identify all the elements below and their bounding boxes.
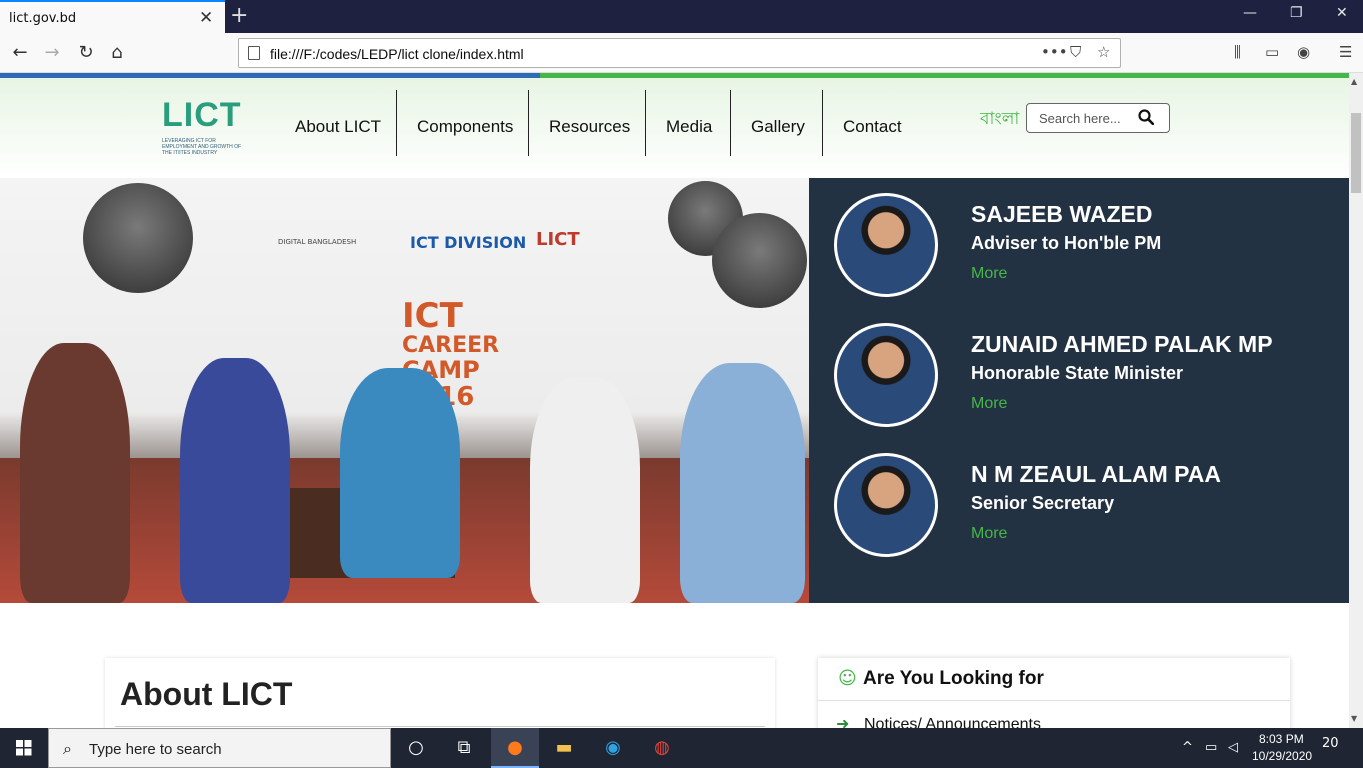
tab-title: lict.gov.bd xyxy=(9,11,77,26)
network-icon[interactable]: ▭ xyxy=(1205,740,1217,755)
menu-icon[interactable]: ☰ xyxy=(1339,43,1352,61)
leader-card: ZUNAID AHMED PALAK MP Honorable State Mi… xyxy=(834,323,1334,433)
leader-name: SAJEEB WAZED xyxy=(971,201,1153,227)
clock-date[interactable]: 10/29/2020 xyxy=(1252,749,1312,763)
leader-role: Senior Secretary xyxy=(971,493,1115,513)
browser-tab-bar: lict.gov.bd ✕ + — ❐ ✕ xyxy=(0,0,1363,33)
menu-about-lict[interactable]: About LICT xyxy=(275,84,401,150)
looking-for-section: ☺ Are You Looking for ➜ Notices/ Announc… xyxy=(818,658,1290,728)
leader-photo xyxy=(834,453,938,557)
sidebar-icon[interactable]: ▭ xyxy=(1265,43,1279,61)
chrome-icon[interactable]: ◍ xyxy=(638,728,686,768)
file-icon xyxy=(248,46,260,60)
windows-taskbar: ⌕ Type here to search ○ ⧉ ● ▬ ◉ ◍ ^ ▭ ◁ … xyxy=(0,728,1363,768)
reload-icon[interactable]: ↻ xyxy=(72,40,100,66)
hero-banner-image: DIGITAL BANGLADESH ICT DIVISION LICT ICT… xyxy=(0,178,809,603)
scroll-up-icon[interactable]: ▲ xyxy=(1351,77,1357,86)
leader-card: SAJEEB WAZED Adviser to Hon'ble PM More xyxy=(834,193,1334,303)
leader-more-link[interactable]: More xyxy=(971,525,1007,543)
banner-logo-ict-division: ICT DIVISION xyxy=(410,233,527,252)
site-header: LICT LEVERAGING ICT FOR EMPLOYMENT AND G… xyxy=(0,78,1349,178)
taskbar-search-text[interactable]: Type here to search xyxy=(89,741,222,758)
forward-icon[interactable]: → xyxy=(38,40,66,66)
edge-icon[interactable]: ◉ xyxy=(589,728,637,768)
leader-role: Adviser to Hon'ble PM xyxy=(971,233,1162,253)
file-explorer-icon[interactable]: ▬ xyxy=(540,728,588,768)
portrait-right xyxy=(712,213,807,308)
banner-logo-lict: LICT xyxy=(536,229,580,250)
lict-logo[interactable]: LICT LEVERAGING ICT FOR EMPLOYMENT AND G… xyxy=(160,96,250,156)
search-icon[interactable] xyxy=(1138,109,1154,125)
banner-ict: ICT xyxy=(402,296,463,336)
page-scrollbar[interactable]: ▲ ▼ xyxy=(1349,73,1363,728)
about-title: About LICT xyxy=(120,676,293,712)
portrait-left xyxy=(83,183,193,293)
panelist-3 xyxy=(340,368,460,578)
taskbar-search-icon: ⌕ xyxy=(63,739,72,758)
minimize-button[interactable]: — xyxy=(1243,5,1257,21)
page-actions-icon[interactable]: ••• xyxy=(1041,43,1068,61)
search-placeholder[interactable]: Search here... xyxy=(1039,111,1121,126)
windows-start-icon[interactable] xyxy=(0,728,48,768)
site-search[interactable]: Search here... xyxy=(1026,103,1170,133)
leader-card: N M ZEAUL ALAM PAA Senior Secretary More xyxy=(834,453,1334,563)
taskbar-search[interactable]: ⌕ Type here to search xyxy=(48,728,391,768)
panelist-1 xyxy=(20,343,130,603)
volume-icon[interactable]: ◁ xyxy=(1228,740,1238,755)
about-section: About LICT xyxy=(105,658,775,728)
bookmark-star-icon[interactable]: ☆ xyxy=(1097,43,1110,61)
browser-tab[interactable]: lict.gov.bd ✕ xyxy=(0,0,225,33)
looking-for-divider xyxy=(818,700,1290,701)
scroll-thumb[interactable] xyxy=(1351,113,1361,193)
url-text[interactable]: file:///F:/codes/LEDP/lict clone/index.h… xyxy=(270,46,524,62)
new-tab-button[interactable]: + xyxy=(230,3,248,28)
leader-photo xyxy=(834,323,938,427)
home-icon[interactable]: ⌂ xyxy=(103,40,131,66)
menu-components[interactable]: Components xyxy=(397,84,533,150)
about-divider xyxy=(115,726,765,727)
banner-career: CAREER xyxy=(402,333,500,358)
banner-logo-digital-bangladesh: DIGITAL BANGLADESH xyxy=(278,238,357,246)
restore-button[interactable]: ❐ xyxy=(1290,5,1303,21)
leader-more-link[interactable]: More xyxy=(971,395,1007,413)
back-icon[interactable]: ← xyxy=(6,40,34,66)
clock-time[interactable]: 8:03 PM xyxy=(1259,732,1304,746)
language-toggle[interactable]: বাংলা xyxy=(980,106,1019,134)
pocket-icon[interactable]: ⛉ xyxy=(1070,43,1081,61)
arrow-right-icon: ➜ xyxy=(836,714,850,728)
smile-icon: ☺ xyxy=(838,668,857,689)
browser-navbar: ← → ↻ ⌂ file:///F:/codes/LEDP/lict clone… xyxy=(0,33,1363,73)
menu-contact[interactable]: Contact xyxy=(823,84,922,150)
menu-resources[interactable]: Resources xyxy=(529,84,650,150)
panelist-4 xyxy=(530,378,640,603)
logo-subtitle: LEVERAGING ICT FOR EMPLOYMENT AND GROWTH… xyxy=(162,138,242,156)
close-window-button[interactable]: ✕ xyxy=(1336,5,1348,21)
looking-for-title: Are You Looking for xyxy=(863,668,1044,689)
logo-text: LICT xyxy=(162,96,242,134)
url-bar[interactable]: file:///F:/codes/LEDP/lict clone/index.h… xyxy=(238,38,1121,68)
leader-role: Honorable State Minister xyxy=(971,363,1184,383)
library-icon[interactable]: ⫼ xyxy=(1234,43,1241,61)
menu-gallery[interactable]: Gallery xyxy=(731,84,825,150)
notification-badge[interactable]: 20 xyxy=(1322,736,1339,751)
tab-close-icon[interactable]: ✕ xyxy=(199,8,213,28)
panelist-2 xyxy=(180,358,290,603)
leader-more-link[interactable]: More xyxy=(971,265,1007,283)
panelist-5 xyxy=(680,363,805,603)
task-view-icon[interactable]: ⧉ xyxy=(440,728,488,768)
leaders-panel: SAJEEB WAZED Adviser to Hon'ble PM More … xyxy=(809,178,1349,603)
leader-name: ZUNAID AHMED PALAK MP xyxy=(971,331,1273,357)
page-viewport: LICT LEVERAGING ICT FOR EMPLOYMENT AND G… xyxy=(0,78,1349,728)
account-icon[interactable]: ◉ xyxy=(1297,43,1310,61)
cortana-icon[interactable]: ○ xyxy=(392,728,440,768)
looking-for-item[interactable]: Notices/ Announcements xyxy=(864,716,1041,728)
tray-expand-icon[interactable]: ^ xyxy=(1182,740,1193,755)
leader-name: N M ZEAUL ALAM PAA xyxy=(971,461,1222,487)
scroll-down-icon[interactable]: ▼ xyxy=(1351,714,1357,723)
menu-media[interactable]: Media xyxy=(646,84,732,150)
firefox-icon[interactable]: ● xyxy=(491,728,539,768)
leader-photo xyxy=(834,193,938,297)
